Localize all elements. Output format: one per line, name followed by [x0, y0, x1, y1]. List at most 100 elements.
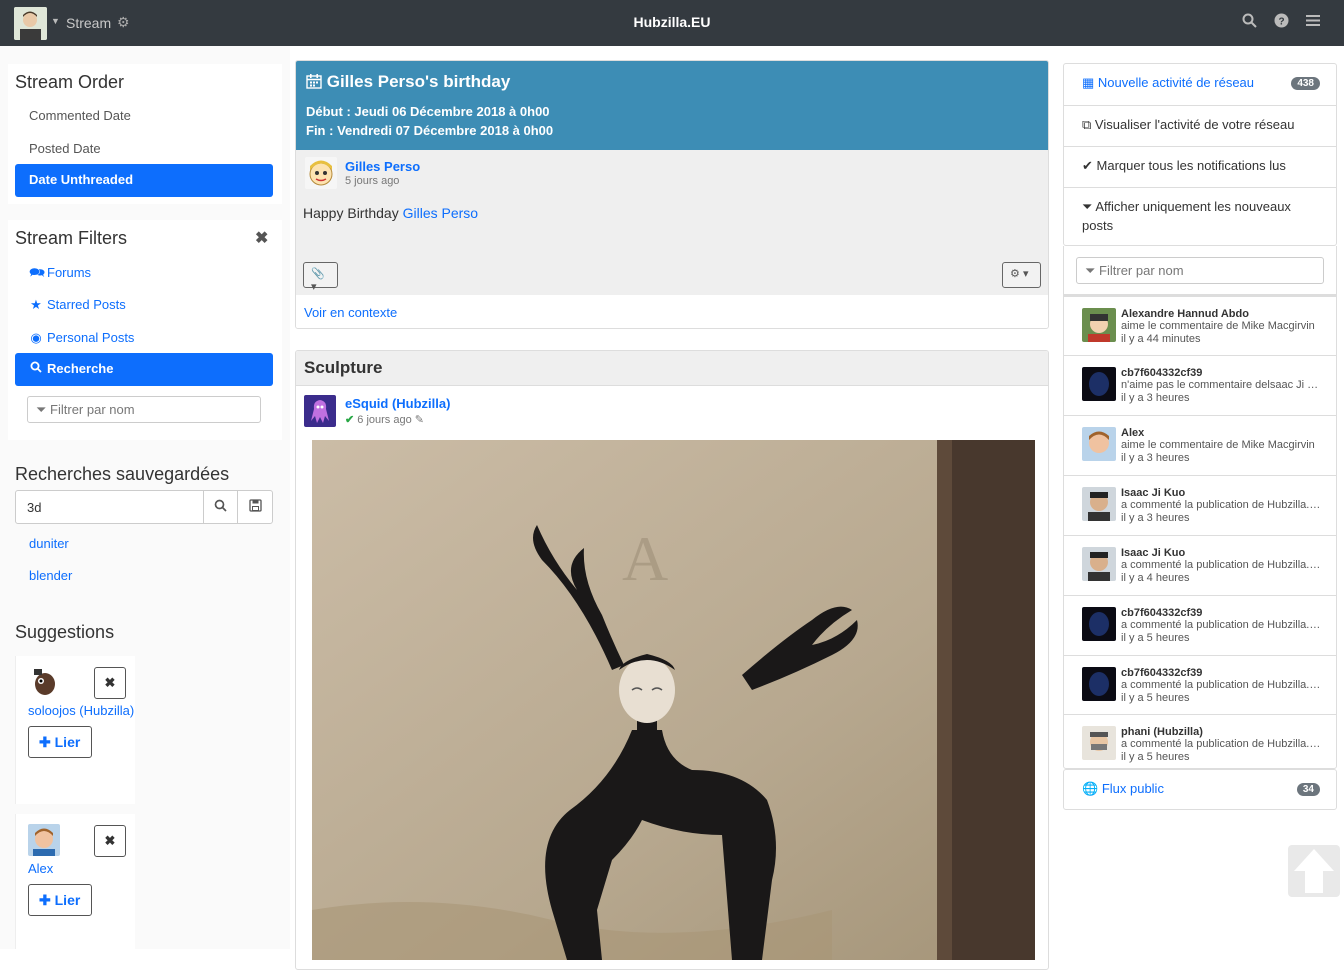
- notification-item[interactable]: Isaac Ji Kuo a commenté la publication d…: [1064, 535, 1336, 595]
- event-header: Gilles Perso's birthday Début : Jeudi 06…: [296, 61, 1048, 150]
- post-author[interactable]: Gilles Perso: [345, 159, 420, 174]
- external-link-icon: ⧉: [1082, 117, 1092, 132]
- show-only-new-link[interactable]: ⏷ Afficher uniquement les nouveaux posts: [1064, 187, 1336, 247]
- avatar[interactable]: [304, 395, 336, 427]
- filter-search[interactable]: Recherche: [15, 353, 273, 386]
- saved-search-input[interactable]: 3d: [15, 490, 204, 524]
- mark-all-read-label: Marquer tous les notifications lus: [1096, 158, 1286, 173]
- notification-item[interactable]: cb7f604332cf39 a commenté la publication…: [1064, 595, 1336, 655]
- notification-time: il y a 5 heures: [1121, 692, 1190, 704]
- user-menu-caret-icon[interactable]: ▼: [51, 16, 60, 26]
- notification-message: a commenté la publication de Hubzilla.EU: [1121, 679, 1321, 691]
- notification-name: Isaac Ji Kuo: [1121, 547, 1186, 559]
- filter-forums[interactable]: 🗪 Forums: [15, 256, 273, 289]
- saved-search-blender[interactable]: blender: [29, 568, 72, 583]
- filter-search-label: Recherche: [47, 361, 114, 376]
- order-date-unthreaded[interactable]: Date Unthreaded: [15, 164, 273, 197]
- filter-funnel-icon: ⏷: [1082, 199, 1093, 214]
- notification-item[interactable]: cb7f604332cf39 a commenté la publication…: [1064, 655, 1336, 715]
- avatar: [1082, 427, 1116, 461]
- wall-inscription: A: [622, 523, 668, 594]
- post-meta: ✔ 6 jours ago ✎: [345, 413, 424, 426]
- mark-all-read-link[interactable]: ✔ Marquer tous les notifications lus: [1064, 146, 1336, 187]
- right-filter-input[interactable]: ⏷ Filtrer par nom: [1076, 257, 1324, 284]
- notification-message: a commenté la publication de Hubzilla.EU: [1121, 499, 1321, 511]
- filter-by-name-input[interactable]: ⏷ Filtrer par nom: [27, 396, 261, 423]
- search-icon: [29, 361, 43, 376]
- view-network-activity-link[interactable]: ⧉ Visualiser l'activité de votre réseau: [1064, 105, 1336, 146]
- notification-message: a commenté la publication de Hubzilla.EU: [1121, 559, 1321, 571]
- public-stream-link[interactable]: 🌐 Flux public 34: [1064, 770, 1336, 811]
- post-header: Sculpture: [296, 351, 1048, 386]
- arrow-up-icon: [1294, 849, 1334, 893]
- connect-button[interactable]: ✚ Lier: [28, 726, 92, 758]
- search-icon[interactable]: [1242, 13, 1257, 32]
- new-network-activity-link[interactable]: ▦ Nouvelle activité de réseau 438: [1064, 64, 1336, 105]
- dismiss-suggestion-button[interactable]: ✖: [94, 825, 126, 857]
- suggestion-card: ✖ soloojos (Hubzilla) ✚ Lier: [15, 656, 135, 804]
- event-end-value: Vendredi 07 Décembre 2018 à 0h00: [337, 123, 554, 138]
- event-end: Fin : Vendredi 07 Décembre 2018 à 0h00: [306, 123, 553, 138]
- notification-name: Isaac Ji Kuo: [1121, 487, 1186, 499]
- calendar-icon: [306, 72, 327, 91]
- post-footer: Voir en contexte: [296, 295, 1048, 328]
- stream-filters-title: Stream Filters: [15, 228, 128, 248]
- scroll-to-top-button[interactable]: [1288, 845, 1340, 897]
- post-settings-button[interactable]: ⚙ ▾: [1002, 262, 1041, 288]
- filter-starred[interactable]: ★ Starred Posts: [15, 289, 273, 322]
- avatar[interactable]: [305, 157, 337, 189]
- public-stream-count-badge: 34: [1296, 783, 1320, 796]
- gear-icon[interactable]: ⚙: [117, 14, 130, 31]
- stream-nav-link[interactable]: Stream: [66, 15, 111, 31]
- user-avatar[interactable]: [14, 7, 47, 40]
- network-actions-list: ▦ Nouvelle activité de réseau 438 ⧉ Visu…: [1063, 63, 1337, 246]
- notification-item[interactable]: Isaac Ji Kuo a commenté la publication d…: [1064, 475, 1336, 535]
- post-author[interactable]: eSquid (Hubzilla): [345, 396, 450, 411]
- post-body-mention[interactable]: Gilles Perso: [403, 205, 478, 221]
- chevron-down-icon: ▾: [311, 281, 317, 293]
- verified-check-icon: ✔: [345, 414, 355, 426]
- floppy-disk-icon: [248, 499, 262, 512]
- event-post: Gilles Perso's birthday Début : Jeudi 06…: [295, 60, 1049, 329]
- event-title-text: Gilles Perso's birthday: [326, 72, 511, 91]
- attachment-dropdown-button[interactable]: 📎▾: [303, 262, 338, 293]
- close-filters-icon[interactable]: ✖: [255, 228, 268, 248]
- user-circle-icon: ◉: [30, 330, 42, 345]
- notification-item[interactable]: phani (Hubzilla) a commenté la publicati…: [1064, 714, 1336, 774]
- connect-button[interactable]: ✚ Lier: [28, 884, 92, 916]
- notification-time: il y a 3 heures: [1121, 452, 1190, 464]
- notification-item[interactable]: Alex aime le commentaire de Mike Macgirv…: [1064, 415, 1336, 475]
- post-photo[interactable]: A: [312, 440, 1035, 960]
- dismiss-suggestion-button[interactable]: ✖: [94, 667, 126, 699]
- notification-time: il y a 44 minutes: [1121, 333, 1201, 345]
- right-filter-box: ⏷ Filtrer par nom: [1063, 246, 1337, 295]
- save-search-button[interactable]: [237, 490, 273, 524]
- check-icon: ✔: [1082, 158, 1093, 173]
- post-title: Sculpture: [304, 358, 383, 377]
- svg-text:?: ?: [1278, 17, 1284, 28]
- order-posted-date[interactable]: Posted Date: [15, 133, 273, 166]
- event-end-label: Fin :: [306, 123, 334, 138]
- view-in-context-link[interactable]: Voir en contexte: [304, 305, 397, 320]
- notification-item[interactable]: cb7f604332cf39 n'aime pas le commentaire…: [1064, 355, 1336, 415]
- notification-message: aime le commentaire de Mike Macgirvin: [1121, 439, 1315, 451]
- search-icon: [214, 499, 227, 512]
- notification-message: n'aime pas le commentaire delsaac Ji Kuo: [1121, 379, 1321, 391]
- saved-search-duniter[interactable]: duniter: [29, 536, 69, 551]
- help-icon[interactable]: ?: [1274, 13, 1289, 32]
- comments-icon: 🗪: [29, 265, 46, 280]
- notification-name: Alexandre Hannud Abdo: [1121, 308, 1249, 320]
- suggestion-name[interactable]: soloojos (Hubzilla): [28, 703, 134, 718]
- avatar[interactable]: [28, 824, 60, 856]
- grid-icon: ▦: [1082, 75, 1095, 90]
- search-button[interactable]: [203, 490, 238, 524]
- stream-order-widget: Stream Order Commented Date Posted Date …: [8, 64, 282, 204]
- saved-search-group: 3d: [15, 490, 273, 524]
- avatar[interactable]: [28, 666, 60, 698]
- notification-time: il y a 4 heures: [1121, 572, 1190, 584]
- hamburger-menu-icon[interactable]: [1306, 13, 1321, 32]
- suggestion-name[interactable]: Alex: [28, 861, 53, 876]
- order-commented-date[interactable]: Commented Date: [15, 100, 273, 133]
- notification-item[interactable]: Alexandre Hannud Abdo aime le commentair…: [1064, 296, 1336, 356]
- filter-personal[interactable]: ◉ Personal Posts: [15, 322, 273, 355]
